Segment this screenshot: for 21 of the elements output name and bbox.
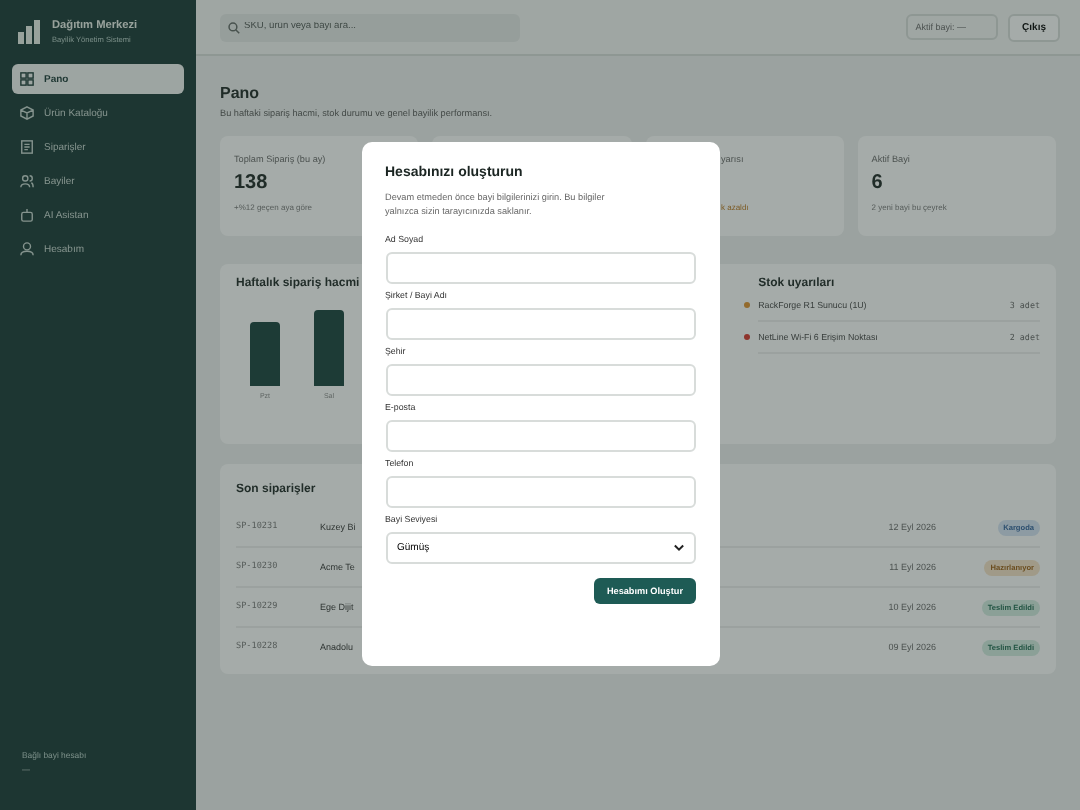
chevron-icon bbox=[673, 543, 683, 552]
stat-value: 138 bbox=[234, 172, 268, 194]
input-field[interactable] bbox=[385, 475, 695, 508]
stat-value: 6 bbox=[871, 172, 883, 194]
bar-chart-icon bbox=[18, 20, 42, 44]
user-icon bbox=[20, 242, 34, 256]
chart-bar bbox=[250, 322, 280, 386]
cube-icon bbox=[20, 106, 34, 120]
input-field[interactable] bbox=[385, 307, 695, 340]
status-dot bbox=[744, 334, 751, 340]
page-title: Pano bbox=[220, 84, 262, 102]
robot-icon bbox=[20, 208, 34, 222]
input-field[interactable] bbox=[385, 363, 695, 396]
grid-icon bbox=[20, 72, 34, 86]
users-icon bbox=[20, 174, 34, 188]
chart-bar bbox=[314, 310, 344, 386]
input-field[interactable] bbox=[385, 251, 695, 284]
input-field[interactable] bbox=[385, 419, 695, 452]
status-dot bbox=[744, 302, 751, 308]
search-icon bbox=[228, 21, 240, 33]
document-icon bbox=[20, 140, 34, 154]
